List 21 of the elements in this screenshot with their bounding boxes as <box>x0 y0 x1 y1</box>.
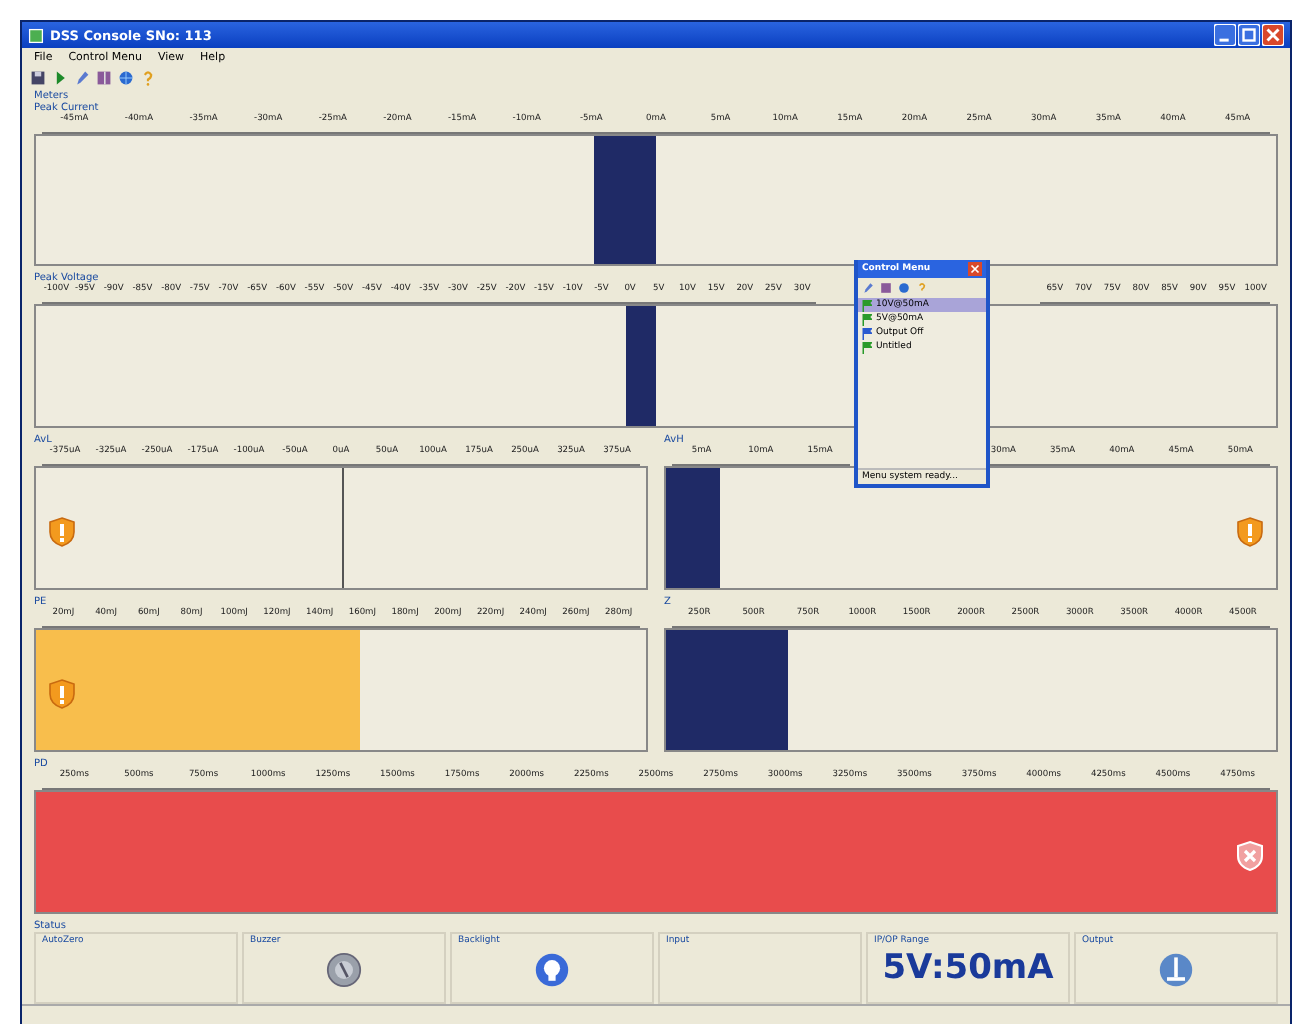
zero-line <box>341 468 343 589</box>
warning-shield-icon <box>48 516 76 549</box>
pencil-icon[interactable] <box>74 70 90 87</box>
close-button[interactable] <box>968 262 982 276</box>
minimize-button[interactable] <box>1214 24 1236 47</box>
output-icon <box>1158 952 1194 989</box>
warning-shield-icon <box>1236 516 1264 549</box>
close-button[interactable] <box>1262 24 1284 47</box>
globe-icon[interactable] <box>898 282 910 294</box>
maximize-button[interactable] <box>1238 24 1260 47</box>
panel-icon[interactable] <box>880 282 892 294</box>
app-icon <box>28 27 44 44</box>
save-icon[interactable] <box>30 70 46 87</box>
range-value: 5V:50mA <box>882 946 1054 991</box>
light-bulb-icon <box>534 952 570 989</box>
play-icon[interactable] <box>52 70 68 87</box>
speaker-icon <box>326 952 362 989</box>
panel-icon[interactable] <box>96 70 112 87</box>
warning-shield-icon <box>48 678 76 711</box>
pencil-icon[interactable] <box>862 282 874 294</box>
globe-icon[interactable] <box>118 70 134 87</box>
